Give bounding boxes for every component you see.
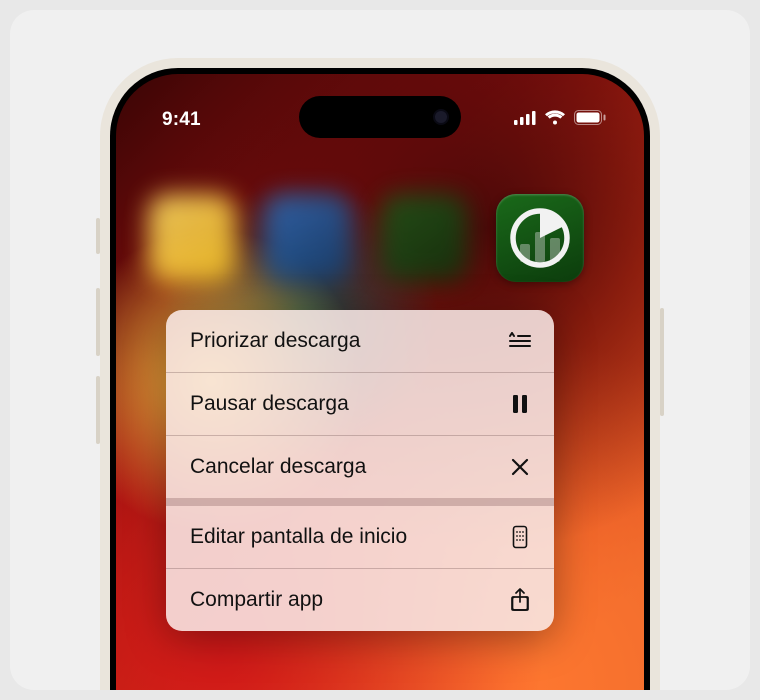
home-screen-row: [140, 194, 620, 294]
image-card: 9:41: [10, 10, 750, 690]
wifi-icon: [544, 110, 566, 131]
app-icon-blurred: [264, 194, 352, 282]
phone-frame: 9:41: [100, 58, 660, 690]
context-menu: Priorizar descarga Pausar desca: [166, 310, 554, 631]
battery-icon: [574, 110, 606, 130]
phone-body: 9:41: [110, 68, 650, 690]
cellular-icon: [514, 111, 536, 130]
status-time: 9:41: [162, 109, 201, 131]
menu-item-prioritize-download[interactable]: Priorizar descarga: [166, 310, 554, 372]
front-camera: [433, 109, 449, 125]
app-icon-blurred: [148, 194, 236, 282]
menu-item-label: Editar pantalla de inicio: [190, 525, 407, 549]
share-icon: [508, 588, 532, 612]
app-icon-downloading[interactable]: [496, 194, 584, 282]
phone-screen: 9:41: [116, 74, 644, 690]
download-progress-icon: [504, 202, 576, 274]
prioritize-icon: [508, 329, 532, 353]
pause-icon: [508, 392, 532, 416]
menu-item-label: Pausar descarga: [190, 392, 349, 416]
side-button-volume-down: [96, 376, 100, 444]
side-button-power: [660, 308, 664, 416]
menu-item-label: Priorizar descarga: [190, 329, 360, 353]
edit-home-icon: [508, 525, 532, 549]
status-indicators: [514, 110, 606, 131]
menu-separator-thick: [166, 498, 554, 506]
side-button-silence: [96, 218, 100, 254]
dynamic-island: [299, 96, 461, 138]
menu-item-cancel-download[interactable]: Cancelar descarga: [166, 436, 554, 498]
menu-item-edit-home[interactable]: Editar pantalla de inicio: [166, 506, 554, 568]
app-icon-blurred: [380, 194, 468, 282]
menu-item-pause-download[interactable]: Pausar descarga: [166, 373, 554, 435]
menu-item-share-app[interactable]: Compartir app: [166, 569, 554, 631]
cancel-icon: [508, 455, 532, 479]
side-button-volume-up: [96, 288, 100, 356]
menu-item-label: Cancelar descarga: [190, 455, 366, 479]
menu-item-label: Compartir app: [190, 588, 323, 612]
